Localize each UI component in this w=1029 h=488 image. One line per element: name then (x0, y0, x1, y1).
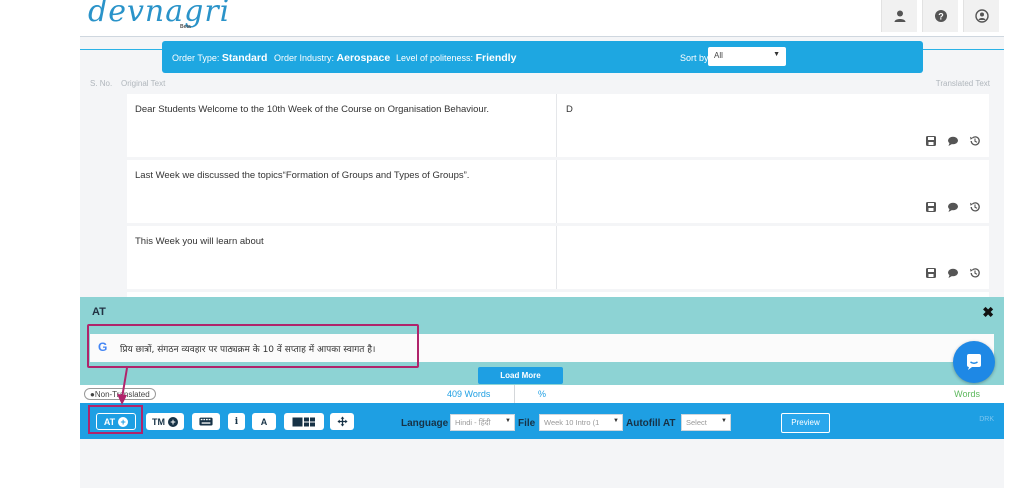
divider (514, 385, 515, 403)
sort-select[interactable]: All ▼ (708, 47, 786, 66)
load-more-button[interactable]: Load More (478, 367, 563, 384)
translation-input[interactable] (558, 160, 989, 223)
order-type: Order Type: Standard (172, 52, 268, 64)
autofill-select[interactable]: Select ▼ (681, 414, 731, 431)
segment-row: Last Week we discussed the topics“Format… (127, 160, 989, 223)
source-text: Last Week we discussed the topics“Format… (127, 160, 557, 223)
history-icon[interactable] (969, 201, 981, 213)
autofill-at-label: Autofill AT (626, 418, 676, 429)
help-icon: ? (934, 10, 947, 22)
row-actions (925, 267, 981, 279)
segment-row: Dear Students Welcome to the 10th Week o… (127, 94, 989, 157)
font-button[interactable]: A (252, 413, 276, 430)
word-count: 409 Words (447, 389, 491, 399)
save-icon[interactable] (925, 135, 937, 147)
segment-row: This Week you will learn about (127, 226, 989, 289)
translation-input[interactable]: D (558, 94, 989, 157)
close-icon[interactable]: ✖ (982, 304, 994, 321)
preview-button[interactable]: Preview (781, 413, 830, 433)
keyboard-button[interactable] (192, 413, 220, 430)
chat-icon (967, 354, 981, 370)
chevron-down-icon: ▼ (505, 418, 511, 424)
comment-icon[interactable] (947, 135, 959, 147)
sno-column-header: S. No. (90, 79, 113, 88)
translation-input[interactable] (558, 226, 989, 289)
move-button[interactable] (330, 413, 354, 430)
source-text: Dear Students Welcome to the 10th Week o… (127, 94, 557, 157)
sort-label: Sort by (680, 53, 709, 63)
beta-label: Beta (180, 24, 191, 30)
file-label: File (518, 418, 536, 429)
help-button[interactable]: ? (922, 0, 958, 32)
chevron-down-icon: ▼ (773, 51, 780, 58)
bottom-toolbar: AT + TM + i A Language Hindi - हिंदी ▼ File… (80, 403, 1004, 439)
politeness-level: Level of politeness: Friendly (396, 52, 517, 64)
percent-complete: % (538, 389, 547, 399)
comment-icon[interactable] (947, 201, 959, 213)
history-icon[interactable] (969, 267, 981, 279)
history-icon[interactable] (969, 135, 981, 147)
corner-label: DRK (979, 416, 994, 423)
language-label: Language (401, 418, 449, 429)
info-button[interactable]: i (228, 413, 245, 430)
at-panel-title: AT (92, 306, 106, 318)
user-icon (894, 10, 905, 22)
source-text: This Week you will learn about (127, 226, 557, 289)
comment-icon[interactable] (947, 267, 959, 279)
plus-icon: + (118, 416, 129, 427)
devnagri-logo[interactable]: devnagri (88, 0, 230, 29)
account-button[interactable] (963, 0, 999, 32)
row-actions (925, 201, 981, 213)
order-industry: Order Industry: Aerospace (274, 52, 391, 64)
tm-button[interactable]: TM + (146, 413, 184, 430)
chat-button[interactable] (953, 341, 995, 383)
non-translated-filter[interactable]: ●Non-Translated (84, 388, 156, 400)
at-suggestion[interactable]: G प्रिय छात्रों, संगठन व्यवहार पर पाठ्यक… (90, 334, 994, 362)
app-header: devnagri Beta ? (0, 0, 1029, 36)
original-column-header: Original Text (121, 79, 166, 88)
translated-word-count: Words (954, 389, 980, 399)
suggestion-text: प्रिय छात्रों, संगठन व्यवहार पर पाठ्यक्र… (120, 345, 376, 355)
grid-layout-icon (292, 417, 315, 426)
account-icon (974, 9, 989, 23)
row-actions (925, 135, 981, 147)
keyboard-icon (199, 417, 213, 426)
chevron-down-icon: ▼ (613, 418, 619, 424)
layout-button[interactable] (284, 413, 324, 430)
save-icon[interactable] (925, 201, 937, 213)
translated-column-header: Translated Text (935, 79, 990, 88)
save-icon[interactable] (925, 267, 937, 279)
svg-text:?: ? (938, 11, 944, 21)
stats-row: ●Non-Translated 409 Words % Words (80, 385, 1004, 403)
plus-icon: + (168, 416, 178, 427)
google-icon: G (98, 340, 108, 354)
move-arrows-icon (336, 416, 348, 427)
language-select[interactable]: Hindi - हिंदी ▼ (450, 414, 515, 431)
order-info-bar: Order Type: Standard Order Industry: Aer… (162, 41, 923, 73)
chevron-down-icon: ▼ (721, 418, 727, 424)
at-button[interactable]: AT + (96, 413, 136, 430)
user-button[interactable] (881, 0, 917, 32)
file-select[interactable]: Week 10 Intro (1 ▼ (539, 414, 623, 431)
